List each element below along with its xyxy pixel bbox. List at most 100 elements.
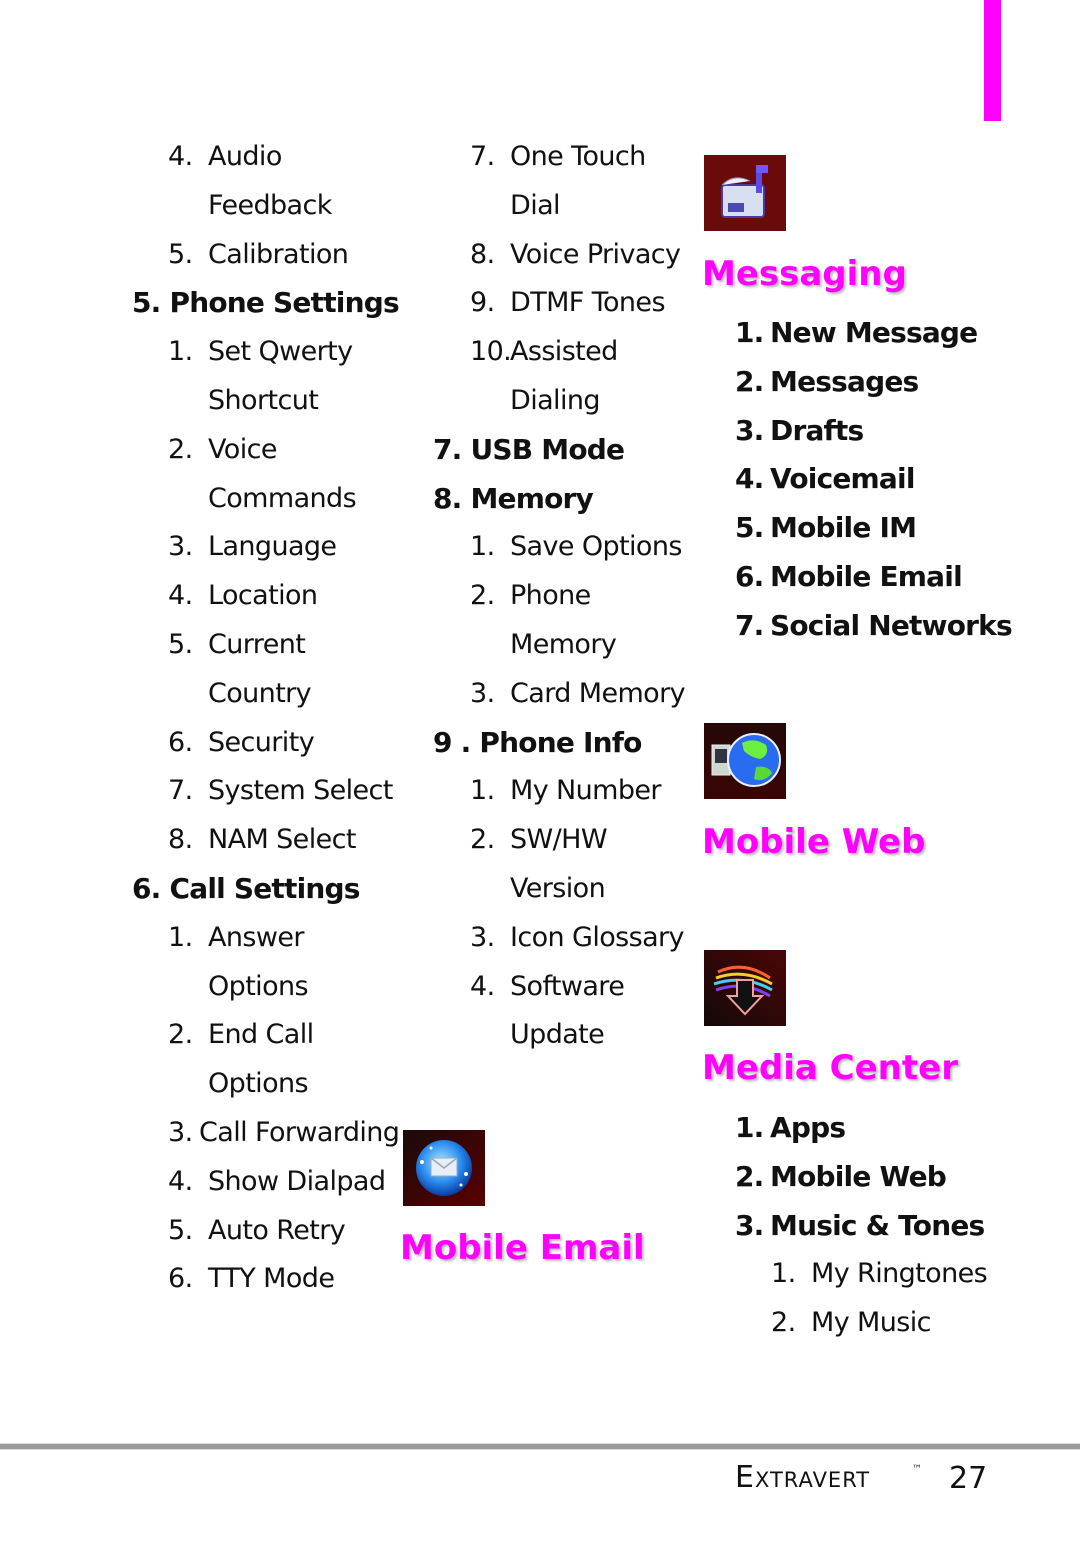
menu-item-continuation: Dial — [0, 182, 642, 231]
section-title-mobile-web: Mobile Web — [702, 822, 926, 862]
item-label: Apps — [770, 1111, 846, 1144]
item-number: 1. — [735, 316, 764, 349]
item-label: Mobile Web — [770, 1159, 947, 1193]
menu-item-continuation: Dialing — [0, 377, 642, 426]
item-label: Assisted — [510, 336, 618, 368]
item-label: New Message — [770, 316, 978, 349]
menu-item: 1. Save Options — [0, 523, 682, 572]
item-number: 7. — [433, 432, 462, 466]
item-number: 7. — [735, 608, 764, 642]
item-label: Phone — [510, 580, 591, 612]
footer-divider — [0, 1443, 1080, 1450]
download-arrow-icon — [704, 950, 786, 1026]
section-title-media-center: Media Center — [702, 1048, 958, 1088]
item-label: Version — [510, 872, 606, 904]
item-label: Options — [208, 1068, 309, 1100]
menu-item: 10. Assisted — [0, 328, 642, 377]
section-title-messaging: Messaging — [702, 254, 907, 294]
item-number: 4. — [735, 462, 764, 496]
menu-item: 5. Auto Retry — [0, 1207, 399, 1256]
menu-item: 3. Call Forwarding — [0, 1109, 400, 1158]
globe-icon — [704, 723, 786, 799]
mobile-email-icon — [403, 1130, 485, 1206]
menu-item: 2. Phone — [0, 572, 642, 621]
item-number: 8. — [433, 481, 462, 515]
menu-item: 1. My Number — [0, 767, 662, 816]
item-number: 4. — [168, 1165, 193, 1197]
item-label: Memory — [470, 481, 594, 515]
item-number: 3. — [470, 677, 495, 709]
menu-item: 4. Show Dialpad — [0, 1158, 399, 1207]
menu-item: 9. DTMF Tones — [0, 279, 666, 328]
menu-item: 8. Voice Privacy — [0, 231, 681, 280]
item-number: 2. — [735, 364, 764, 398]
menu-item: 4. Software — [0, 963, 642, 1012]
section-title-mobile-email: Mobile Email — [400, 1228, 645, 1268]
item-label: USB Mode — [470, 432, 625, 466]
item-number: 1. — [735, 1111, 764, 1144]
item-label: Save Options — [510, 531, 682, 563]
menu-heading: 7. USB Mode — [0, 426, 642, 475]
item-number: 9 . — [433, 725, 471, 759]
menu-item-continuation: Memory — [0, 621, 642, 670]
item-label: Update — [510, 1019, 605, 1051]
item-number: 5. — [168, 1214, 193, 1246]
item-number: 5. — [735, 511, 764, 545]
menu-item: 2. SW/HW — [0, 816, 642, 865]
menu-item: 3. Card Memory — [0, 670, 686, 719]
item-label: SW/HW — [510, 824, 608, 856]
menu-item: 6. TTY Mode — [0, 1255, 399, 1304]
item-label: Icon Glossary — [510, 921, 685, 953]
item-number: 3. — [470, 921, 495, 953]
item-label: Messages — [770, 364, 919, 398]
item-label: Dial — [510, 189, 561, 221]
item-label: Call Forwarding — [199, 1116, 400, 1148]
item-label: Voice Privacy — [510, 238, 681, 270]
menu-item: 7. One Touch — [0, 133, 646, 182]
item-number: 8. — [470, 238, 495, 270]
item-label: Phone Info — [479, 725, 642, 759]
item-number: 2. — [470, 580, 495, 612]
item-label: Drafts — [770, 413, 864, 447]
item-number: 3. — [168, 1116, 193, 1148]
item-label: My Ringtones — [811, 1258, 988, 1290]
item-label: My Music — [811, 1307, 931, 1339]
item-label: Memory — [510, 628, 617, 660]
item-number: 1. — [470, 531, 495, 563]
item-number: 4. — [470, 970, 495, 1002]
item-number: 1. — [771, 1258, 796, 1290]
menu-item-continuation: Options — [0, 1060, 399, 1109]
menu-column-2: 7. One Touch Dial 8. Voice Privacy 9. DTMF Ton… — [0, 133, 686, 1060]
item-label: My Number — [510, 775, 662, 807]
item-label: Software — [510, 970, 625, 1002]
page-number: 27 — [949, 1461, 988, 1496]
item-label: TTY Mode — [208, 1263, 335, 1295]
item-number: 10. — [470, 336, 512, 368]
item-label: DTMF Tones — [510, 287, 666, 319]
item-number: 1. — [470, 775, 495, 807]
item-label: Voicemail — [770, 462, 915, 496]
trademark-symbol: ™ — [912, 1464, 922, 1475]
menu-heading: 9 . Phone Info — [0, 719, 642, 768]
item-number: 3. — [735, 1208, 764, 1242]
item-number: 6. — [168, 1263, 193, 1295]
footer-brand-name: Extravert — [735, 1460, 871, 1495]
item-label: One Touch — [510, 141, 646, 172]
item-label: Music & Tones — [770, 1208, 985, 1242]
item-number: 9. — [470, 287, 495, 319]
item-label: Dialing — [510, 384, 601, 416]
menu-item-continuation: Version — [0, 865, 642, 914]
item-label: Show Dialpad — [208, 1165, 386, 1197]
item-label: Card Memory — [510, 677, 686, 709]
messaging-mailbox-icon — [704, 155, 786, 231]
chapter-tab-marker — [984, 0, 1001, 121]
item-number: 6. — [735, 559, 764, 593]
item-number: 2. — [771, 1307, 796, 1339]
item-number: 3. — [735, 413, 764, 447]
item-number: 7. — [470, 141, 495, 172]
menu-item-continuation: Update — [0, 1011, 642, 1060]
menu-heading: 8. Memory — [0, 475, 642, 524]
item-label: Mobile IM — [770, 511, 917, 545]
item-number: 2. — [470, 824, 495, 856]
item-number: 2. — [735, 1159, 764, 1193]
